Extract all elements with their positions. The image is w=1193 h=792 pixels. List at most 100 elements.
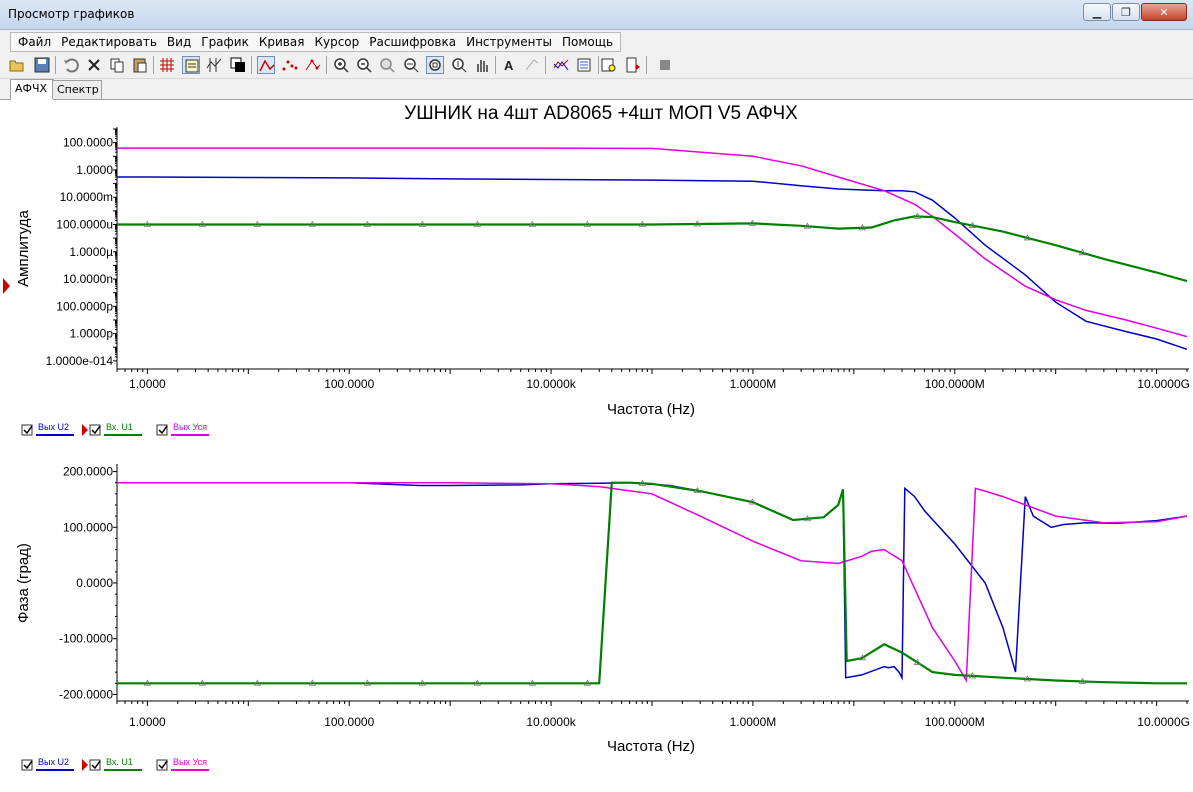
open-button[interactable] <box>8 56 26 74</box>
text-button[interactable]: A <box>500 56 518 74</box>
x-tick-label: 10.0000k <box>526 715 576 729</box>
stop-icon <box>660 60 670 70</box>
print-icon <box>626 57 640 73</box>
menu-item-3[interactable]: График <box>196 35 254 49</box>
line-points-icon <box>305 59 321 71</box>
x-tick-label: 1.0000 <box>129 715 166 729</box>
cursors-button[interactable] <box>205 56 223 74</box>
menu-item-4[interactable]: Кривая <box>254 35 310 49</box>
menu-item-6[interactable]: Расшифровка <box>364 35 461 49</box>
legend-label: Вых U2 <box>38 757 69 767</box>
minimize-icon: ▁ <box>1092 5 1102 19</box>
print-preview-icon <box>601 58 616 72</box>
series-line-1 <box>117 215 1188 283</box>
y-tick-label: 200.0000 <box>63 465 113 479</box>
y-tick-label: 1.0000e-014 <box>46 354 114 368</box>
series-line-2 <box>117 481 1188 684</box>
export-button[interactable] <box>576 56 594 74</box>
export-icon <box>577 58 591 72</box>
pan-icon <box>477 60 488 72</box>
zoom-x-button[interactable] <box>402 56 420 74</box>
save-button[interactable] <box>33 56 51 74</box>
title-bar: Просмотр графиков ▁ ❐ ✕ <box>0 0 1193 30</box>
y-tick-label: 100.0000p <box>56 299 113 313</box>
line-points-button[interactable] <box>304 56 322 74</box>
text-icon: A <box>504 58 514 73</box>
line-mode-button[interactable] <box>257 56 275 74</box>
points-mode-button[interactable] <box>281 56 299 74</box>
zoom-full-icon <box>380 58 395 73</box>
zoom-out-button[interactable] <box>355 56 373 74</box>
background-button[interactable] <box>229 56 247 74</box>
legend-label: Вх. U1 <box>106 757 133 767</box>
plot-1: 1.0000 100.0000 10.0000k 1.0000M 100.0000M 10… <box>15 464 1190 771</box>
undo-icon <box>64 58 79 73</box>
zoom-box-button[interactable] <box>426 56 444 74</box>
copy-button[interactable] <box>108 56 126 74</box>
series-line-2 <box>117 147 1188 338</box>
y-tick-label: 100.0000 <box>63 520 113 534</box>
zoom-in-button[interactable] <box>332 56 350 74</box>
minimize-button[interactable]: ▁ <box>1083 3 1111 21</box>
legend-icon <box>185 59 199 73</box>
toolbar-separator <box>153 56 154 74</box>
y-tick-label: 0.0000 <box>76 576 113 590</box>
save-icon <box>34 57 50 73</box>
delete-button[interactable] <box>85 56 103 74</box>
y-tick-label: 1.0000 <box>76 163 113 177</box>
pan-button[interactable] <box>473 56 491 74</box>
menu-item-8[interactable]: Помощь <box>557 35 618 49</box>
close-button[interactable]: ✕ <box>1141 3 1187 21</box>
marker-icon <box>525 59 539 71</box>
overlay-button[interactable] <box>552 56 570 74</box>
toolbar-separator <box>646 56 647 74</box>
copy-icon <box>110 58 124 73</box>
undo-button[interactable] <box>62 56 80 74</box>
tab-strip: АФЧХ Спектр <box>0 79 1193 100</box>
paste-icon <box>133 58 147 73</box>
menu-item-1[interactable]: Редактировать <box>56 35 162 49</box>
tab-1[interactable]: Спектр <box>52 80 102 99</box>
y-tick-label: 1.0000µ <box>69 245 113 259</box>
graph-svg: УШНИК на 4шт AD8065 +4шт МОП V5 АФЧХ 1.00… <box>3 103 1190 771</box>
y-axis-label: Фаза (град) <box>15 543 32 623</box>
legend-button[interactable] <box>182 56 200 74</box>
marker-button[interactable] <box>523 56 541 74</box>
print-button[interactable] <box>624 56 642 74</box>
active-curve-marker-icon <box>82 424 88 436</box>
stop-button[interactable] <box>656 56 674 74</box>
series-line-0 <box>117 176 1188 351</box>
y-tick-label: -200.0000 <box>59 687 113 701</box>
menu-item-2[interactable]: Вид <box>162 35 196 49</box>
series-line-0 <box>117 481 1188 681</box>
x-axis-label: Частота (Hz) <box>607 738 695 755</box>
y-tick-label: 1.0000p <box>70 327 114 341</box>
x-tick-label: 100.0000M <box>925 377 985 391</box>
svg-text:A: A <box>504 58 514 73</box>
zoom-y-button[interactable] <box>450 56 468 74</box>
tab-0[interactable]: АФЧХ <box>10 79 54 100</box>
grid-icon <box>160 58 174 72</box>
window-controls: ▁ ❐ ✕ <box>1083 3 1187 21</box>
toolbar: A <box>0 52 1193 79</box>
zoom-full-button[interactable] <box>378 56 396 74</box>
window-title: Просмотр графиков <box>8 7 135 21</box>
menu-item-7[interactable]: Инструменты <box>461 35 557 49</box>
menu-item-0[interactable]: Файл <box>13 35 56 49</box>
legend-label: Вых Уся <box>173 757 207 767</box>
y-axis-label: Амплитуда <box>15 209 32 286</box>
grid-button[interactable] <box>158 56 176 74</box>
chart-title: УШНИК на 4шт AD8065 +4шт МОП V5 АФЧХ <box>404 103 798 124</box>
x-tick-label: 1.0000M <box>730 377 777 391</box>
restore-button[interactable]: ❐ <box>1112 3 1140 21</box>
menu-item-5[interactable]: Курсор <box>309 35 364 49</box>
plot-0: УШНИК на 4шт AD8065 +4шт МОП V5 АФЧХ 1.00… <box>15 103 1190 436</box>
overlay-icon <box>553 59 569 71</box>
zoom-out-icon <box>357 58 372 73</box>
series-line-1 <box>117 481 1187 685</box>
toolbar-separator <box>55 56 56 74</box>
print-preview-button[interactable] <box>600 56 618 74</box>
y-tick-label: 100.0000u <box>56 217 113 231</box>
cursors-icon <box>206 58 222 72</box>
paste-button[interactable] <box>131 56 149 74</box>
